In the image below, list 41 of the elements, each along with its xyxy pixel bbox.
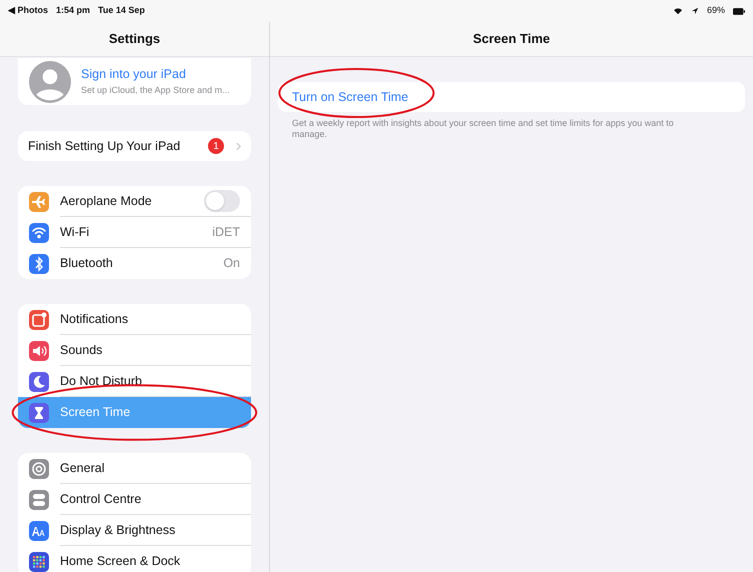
settings-row[interactable]: Display & Brightness — [18, 515, 251, 546]
row-label: Display & Brightness — [60, 522, 176, 539]
avatar-icon — [29, 60, 71, 102]
settings-row[interactable]: Home Screen & Dock — [18, 546, 251, 572]
notification-badge: 1 — [208, 138, 224, 154]
settings-row[interactable]: Sounds — [18, 335, 251, 366]
profile-subtitle: Set up iCloud, the App Store and m... — [81, 84, 230, 98]
description-text: Get a weekly report with insights about your screen time and set time limits for apps you want to manage. — [291, 118, 675, 140]
status-date: Tue 14 Sep — [98, 4, 145, 18]
wifi-icon — [672, 7, 683, 15]
status-time: 1:54 pm — [56, 4, 90, 18]
row-label: Finish Setting Up Your iPad — [28, 138, 182, 155]
row-label: Control Centre — [60, 490, 142, 508]
row-label: General — [60, 460, 106, 477]
sidebar-title: Settings — [108, 30, 160, 48]
row-value: iDET — [212, 224, 240, 241]
profile-title: Sign into your iPad — [81, 66, 187, 84]
row-label: Wi-Fi — [60, 224, 90, 241]
location-arrow-icon — [690, 7, 699, 15]
row-label: Aeroplane Mode — [60, 192, 153, 210]
row-label: Bluetooth — [60, 255, 114, 272]
toggle-switch[interactable] — [204, 190, 240, 212]
setup-row[interactable]: Finish Setting Up Your iPad 1 — [18, 131, 251, 161]
row-label: Home Screen & Dock — [60, 553, 182, 570]
detail-title: Screen Time — [472, 30, 550, 48]
turn-on-button[interactable]: Turn on Screen Time — [278, 82, 745, 112]
settings-row[interactable]: Aeroplane Mode — [18, 186, 251, 217]
settings-row[interactable]: General — [18, 453, 251, 484]
settings-row[interactable]: Control Centre — [18, 484, 251, 515]
battery-percent: 69% — [706, 4, 725, 18]
row-label: Notifications — [60, 310, 130, 328]
settings-row[interactable]: Wi-Fi iDET — [18, 217, 251, 248]
back-link[interactable]: ◀ Photos — [8, 4, 48, 18]
row-value: On — [223, 255, 240, 272]
battery-icon — [733, 8, 745, 14]
row-label: Screen Time — [60, 404, 132, 422]
settings-row[interactable]: Notifications — [18, 304, 251, 335]
row-label: Sounds — [60, 342, 104, 359]
chevron-icon — [236, 142, 241, 150]
profile-card[interactable]: Sign into your iPad Set up iCloud, the App Store and m... — [18, 58, 251, 105]
settings-row[interactable]: Bluetooth On — [18, 248, 251, 279]
